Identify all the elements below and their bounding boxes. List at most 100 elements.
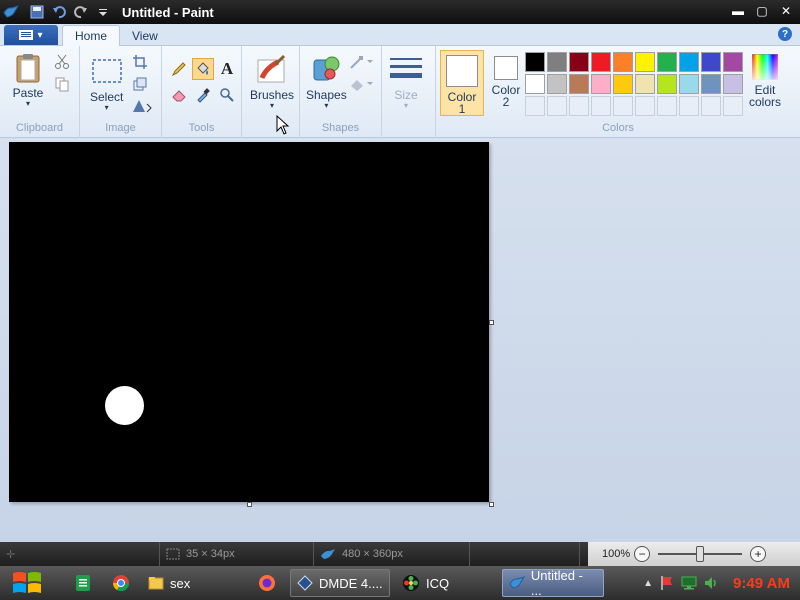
dmde-icon bbox=[297, 575, 313, 591]
custom-color-slot[interactable] bbox=[723, 96, 743, 116]
image-size-icon bbox=[321, 549, 335, 559]
taskbar-dmde[interactable]: DMDE 4.... bbox=[290, 569, 390, 597]
palette-swatch[interactable] bbox=[525, 52, 545, 72]
chrome-icon[interactable] bbox=[106, 569, 136, 597]
custom-color-slot[interactable] bbox=[525, 96, 545, 116]
resize-handle-corner[interactable] bbox=[489, 502, 494, 507]
palette-swatch[interactable] bbox=[657, 52, 677, 72]
palette-swatch[interactable] bbox=[657, 74, 677, 94]
taskbar-folder-sex[interactable]: sex bbox=[142, 569, 196, 597]
color1-button[interactable]: Color 1 bbox=[440, 50, 484, 116]
pencil-icon[interactable] bbox=[168, 58, 190, 80]
resize-handle-bottom[interactable] bbox=[247, 502, 252, 507]
resize-handle-right[interactable] bbox=[489, 320, 494, 325]
palette-swatch[interactable] bbox=[701, 52, 721, 72]
minimize-icon[interactable]: ▬ bbox=[728, 3, 748, 19]
palette-swatch[interactable] bbox=[635, 74, 655, 94]
text-tool-icon[interactable]: A bbox=[216, 58, 238, 80]
palette-swatch[interactable] bbox=[613, 52, 633, 72]
color2-button[interactable]: Color 2 bbox=[486, 56, 526, 108]
firefox-icon[interactable] bbox=[252, 569, 282, 597]
brush-icon bbox=[257, 54, 286, 83]
white-circle[interactable] bbox=[105, 386, 144, 425]
rotate-icon[interactable] bbox=[130, 96, 156, 116]
customize-qat-icon[interactable] bbox=[94, 3, 112, 21]
tab-home[interactable]: Home bbox=[62, 25, 121, 46]
paint-app-icon[interactable] bbox=[0, 1, 22, 23]
action-center-flag-icon[interactable] bbox=[659, 575, 675, 591]
palette-swatch[interactable] bbox=[591, 74, 611, 94]
palette-swatch[interactable] bbox=[635, 52, 655, 72]
outline-icon[interactable] bbox=[348, 52, 376, 72]
network-icon[interactable] bbox=[681, 575, 697, 591]
maximize-icon[interactable]: ▢ bbox=[752, 3, 772, 19]
brushes-button[interactable]: Brushes ▾ bbox=[250, 54, 294, 110]
taskbar-icq[interactable]: ICQ bbox=[396, 569, 455, 597]
close-icon[interactable]: ✕ bbox=[776, 3, 796, 19]
palette-swatch[interactable] bbox=[613, 74, 633, 94]
select-button[interactable]: Select ▾ bbox=[90, 56, 123, 112]
palette-swatch[interactable] bbox=[547, 52, 567, 72]
custom-color-slot[interactable] bbox=[679, 96, 699, 116]
palette-swatch[interactable] bbox=[591, 52, 611, 72]
shapes-button[interactable]: Shapes ▾ bbox=[306, 54, 347, 110]
folder-icon bbox=[148, 577, 164, 590]
cut-icon[interactable] bbox=[52, 52, 72, 72]
eraser-icon[interactable] bbox=[168, 84, 190, 106]
zoom-slider[interactable] bbox=[658, 546, 743, 562]
custom-color-slot[interactable] bbox=[591, 96, 611, 116]
size-button[interactable]: Size ▾ bbox=[390, 54, 422, 110]
taskbar-item-label: ICQ bbox=[426, 575, 450, 591]
file-size-cell bbox=[470, 542, 580, 566]
window-title: Untitled - Paint bbox=[122, 4, 214, 20]
taskbar-paint[interactable]: Untitled - ... bbox=[502, 568, 604, 598]
redo-icon[interactable] bbox=[72, 3, 90, 21]
crop-icon[interactable] bbox=[130, 52, 150, 72]
zoom-control: 100% − + bbox=[588, 542, 800, 566]
show-hidden-icons-icon[interactable]: ▲ bbox=[643, 578, 653, 589]
custom-color-slot[interactable] bbox=[635, 96, 655, 116]
resize-icon[interactable] bbox=[130, 74, 150, 94]
save-icon[interactable] bbox=[28, 3, 46, 21]
palette-swatch[interactable] bbox=[569, 74, 589, 94]
spreadsheet-app-icon[interactable] bbox=[68, 569, 98, 597]
zoom-out-button[interactable]: − bbox=[634, 546, 651, 562]
select-label: Select bbox=[90, 90, 124, 104]
window-controls: ▬ ▢ ✕ bbox=[728, 3, 796, 19]
edit-colors-button[interactable]: Edit colors bbox=[744, 54, 786, 108]
palette-swatch[interactable] bbox=[723, 52, 743, 72]
tab-view[interactable]: View bbox=[120, 25, 170, 46]
help-icon[interactable]: ? bbox=[778, 27, 792, 41]
select-rect-icon bbox=[91, 59, 122, 83]
fill-bucket-icon[interactable] bbox=[192, 58, 214, 80]
palette-swatch[interactable] bbox=[547, 74, 567, 94]
custom-color-slot[interactable] bbox=[547, 96, 567, 116]
palette-swatch[interactable] bbox=[723, 74, 743, 94]
start-button[interactable] bbox=[0, 566, 54, 600]
paste-button[interactable]: Paste ▾ bbox=[12, 52, 44, 108]
taskbar-clock[interactable]: 9:49 AM bbox=[733, 575, 790, 592]
palette-swatch[interactable] bbox=[701, 74, 721, 94]
color2-swatch bbox=[494, 56, 518, 80]
zoom-slider-thumb[interactable] bbox=[696, 546, 705, 562]
palette-swatch[interactable] bbox=[679, 74, 699, 94]
text-tool-glyph: A bbox=[220, 59, 234, 78]
volume-icon[interactable] bbox=[703, 575, 719, 591]
custom-color-slot[interactable] bbox=[657, 96, 677, 116]
magnifier-icon[interactable] bbox=[216, 84, 238, 106]
custom-color-slot[interactable] bbox=[569, 96, 589, 116]
palette-swatch[interactable] bbox=[679, 52, 699, 72]
zoom-in-button[interactable]: + bbox=[750, 546, 767, 562]
windows-logo-icon bbox=[13, 572, 41, 593]
drawing-canvas[interactable] bbox=[9, 142, 489, 502]
custom-color-slot[interactable] bbox=[701, 96, 721, 116]
undo-icon[interactable] bbox=[50, 3, 68, 21]
zoom-level: 100% bbox=[602, 548, 631, 560]
color-picker-icon[interactable] bbox=[192, 84, 214, 106]
paint-menu-button[interactable]: ▾ bbox=[4, 25, 58, 45]
custom-color-slot[interactable] bbox=[613, 96, 633, 116]
palette-swatch[interactable] bbox=[525, 74, 545, 94]
fill-icon[interactable] bbox=[348, 74, 376, 94]
palette-swatch[interactable] bbox=[569, 52, 589, 72]
copy-icon[interactable] bbox=[52, 74, 72, 94]
